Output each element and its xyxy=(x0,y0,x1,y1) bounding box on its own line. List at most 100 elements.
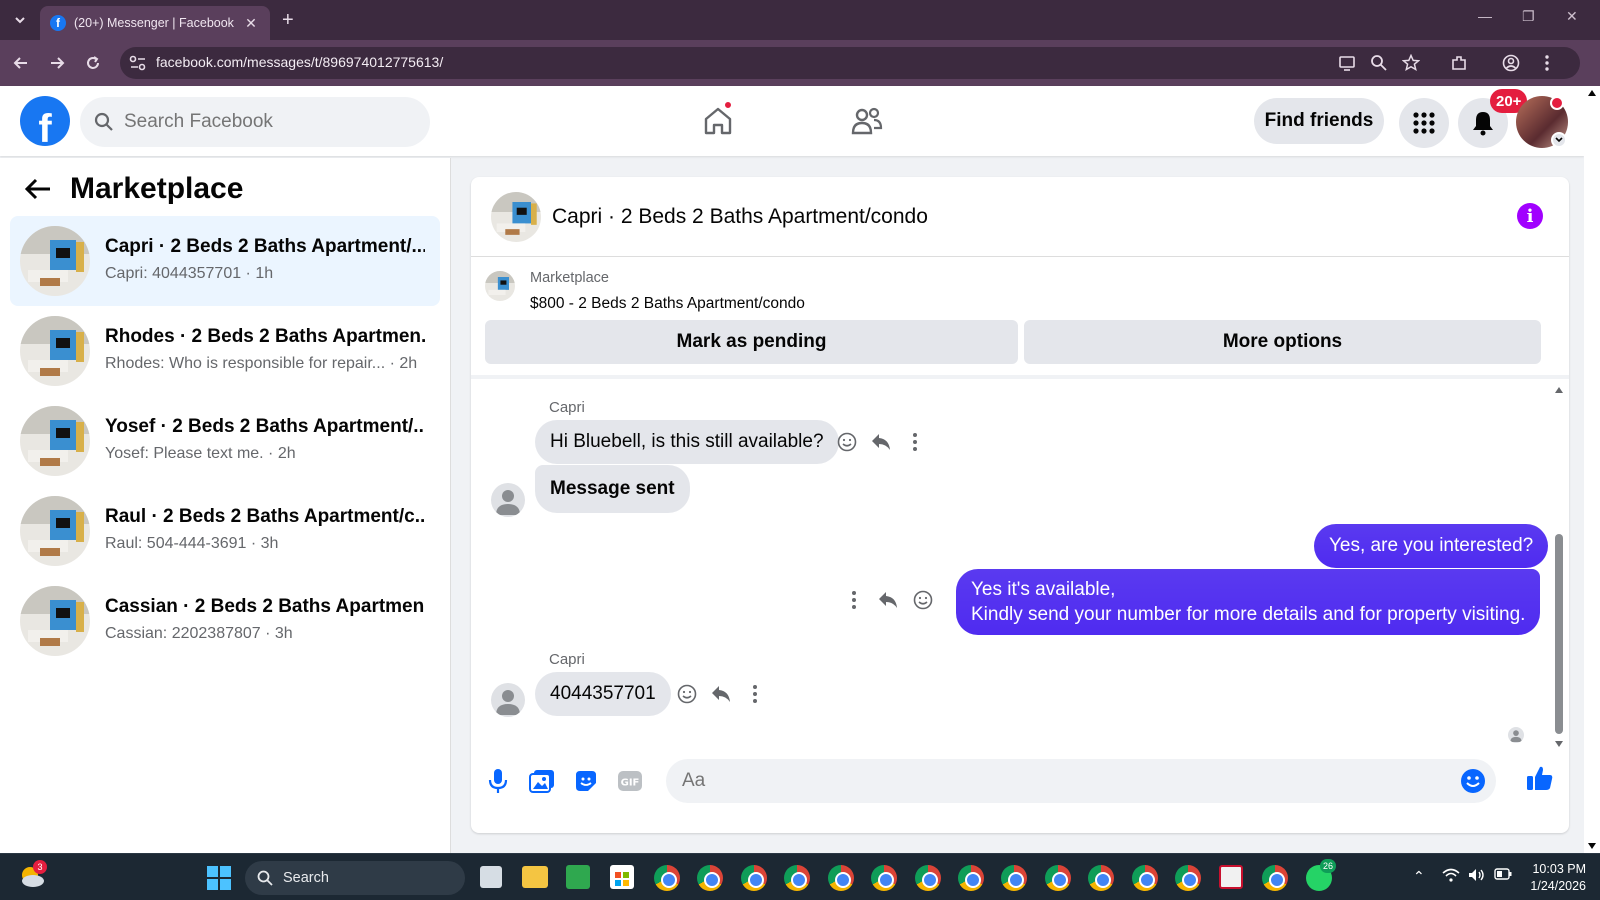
microphone-icon[interactable] xyxy=(483,766,513,796)
more-actions-icon[interactable] xyxy=(902,429,928,455)
more-actions-icon[interactable] xyxy=(742,681,768,707)
reply-icon[interactable] xyxy=(708,681,734,707)
conversation-item[interactable]: Rhodes · 2 Beds 2 Baths Apartmen... Rhod… xyxy=(10,306,440,396)
wifi-icon[interactable] xyxy=(1442,868,1460,882)
back-arrow-icon[interactable] xyxy=(10,52,32,74)
chrome-icon[interactable] xyxy=(1175,865,1201,891)
conversation-item[interactable]: Cassian · 2 Beds 2 Baths Apartmen... Cas… xyxy=(10,576,440,666)
chrome-icon[interactable] xyxy=(1001,865,1027,891)
chrome-icon[interactable] xyxy=(958,865,984,891)
chrome-icon[interactable] xyxy=(1045,865,1071,891)
chrome-icon[interactable] xyxy=(784,865,810,891)
battery-icon[interactable] xyxy=(1494,868,1512,880)
clock-time: 10:03 PM xyxy=(1532,862,1586,876)
profile-icon[interactable] xyxy=(1502,54,1520,72)
conversation-preview: Capri: 4044357701 · 1h xyxy=(105,265,274,282)
sheets-app-icon[interactable] xyxy=(566,865,590,889)
back-arrow-icon[interactable] xyxy=(24,177,52,201)
sender-avatar[interactable] xyxy=(491,683,525,717)
snipping-tool-icon[interactable] xyxy=(1219,865,1243,889)
find-friends-button[interactable]: Find friends xyxy=(1254,98,1384,144)
taskbar-clock[interactable]: 10:03 PM 1/24/2026 xyxy=(1530,861,1586,895)
conversation-item[interactable]: Raul · 2 Beds 2 Baths Apartment/c... Rau… xyxy=(10,486,440,576)
read-receipt-avatar xyxy=(1508,727,1524,743)
file-explorer-icon[interactable] xyxy=(522,866,548,888)
friends-icon[interactable] xyxy=(844,98,890,144)
address-bar[interactable]: facebook.com/messages/t/896974012775613/ xyxy=(120,47,1580,79)
mark-as-pending-button[interactable]: Mark as pending xyxy=(485,320,1018,364)
info-icon[interactable]: i xyxy=(1517,203,1543,229)
tab-close-icon[interactable]: ✕ xyxy=(242,15,260,32)
message-sent-card[interactable]: Message sent xyxy=(535,465,690,513)
chrome-icon[interactable] xyxy=(654,865,680,891)
chrome-icon[interactable] xyxy=(697,865,723,891)
chrome-icon[interactable] xyxy=(828,865,854,891)
extensions-icon[interactable] xyxy=(1450,54,1468,72)
search-input[interactable] xyxy=(124,111,404,133)
chrome-icon[interactable] xyxy=(1132,865,1158,891)
home-icon[interactable] xyxy=(695,98,741,144)
taskbar-search[interactable]: Search xyxy=(245,861,465,895)
chrome-icon[interactable] xyxy=(741,865,767,891)
task-view-icon[interactable] xyxy=(480,866,502,888)
volume-icon[interactable] xyxy=(1468,868,1486,882)
photo-icon[interactable] xyxy=(527,766,557,796)
reply-icon[interactable] xyxy=(875,587,901,613)
browser-menu-icon[interactable] xyxy=(1538,54,1556,72)
facebook-search-box[interactable] xyxy=(80,97,430,147)
whatsapp-badge: 26 xyxy=(1320,859,1337,873)
outgoing-message[interactable]: Yes, are you interested? xyxy=(1314,524,1549,568)
chat-listing-thumbnail[interactable] xyxy=(491,192,541,242)
facebook-logo-icon[interactable]: f xyxy=(20,96,70,146)
incoming-message[interactable]: 4044357701 xyxy=(535,672,671,716)
message-input-box[interactable] xyxy=(666,759,1496,803)
install-app-icon[interactable] xyxy=(1338,54,1356,72)
minimize-icon[interactable]: — xyxy=(1478,8,1492,24)
sender-avatar[interactable] xyxy=(491,483,525,517)
chat-title[interactable]: Capri · 2 Beds 2 Baths Apartment/condo xyxy=(552,205,928,229)
listing-title[interactable]: $800 - 2 Beds 2 Baths Apartment/condo xyxy=(530,295,805,313)
incoming-message[interactable]: Hi Bluebell, is this still available? xyxy=(535,420,839,464)
tab-search-button[interactable] xyxy=(8,8,32,32)
emoji-picker-icon[interactable] xyxy=(1460,768,1486,794)
outgoing-message-multiline[interactable]: Yes it's available, Kindly send your num… xyxy=(956,569,1541,635)
site-settings-icon[interactable] xyxy=(128,54,148,72)
more-actions-icon[interactable] xyxy=(841,587,867,613)
new-tab-button[interactable]: + xyxy=(282,9,294,31)
reply-icon[interactable] xyxy=(868,429,894,455)
window-close-icon[interactable]: ✕ xyxy=(1566,8,1578,25)
sticker-icon[interactable] xyxy=(571,766,601,796)
react-emoji-icon[interactable] xyxy=(834,429,860,455)
react-emoji-icon[interactable] xyxy=(910,587,936,613)
gif-icon[interactable]: GIF xyxy=(615,766,645,796)
restore-icon[interactable]: ❐ xyxy=(1522,8,1535,25)
menu-grid-icon[interactable] xyxy=(1399,98,1449,148)
windows-start-icon[interactable] xyxy=(207,866,231,890)
conversation-name: Rhodes · 2 Beds 2 Baths Apartmen... xyxy=(105,326,425,347)
conversation-item[interactable]: Yosef · 2 Beds 2 Baths Apartment/... Yos… xyxy=(10,396,440,486)
weather-badge: 3 xyxy=(33,860,47,874)
taskbar-search-label: Search xyxy=(283,870,329,886)
page-scrollbar[interactable] xyxy=(1584,86,1600,853)
weather-widget-icon[interactable]: 3 xyxy=(18,860,47,890)
tray-chevron-icon[interactable]: ⌃ xyxy=(1413,868,1425,885)
whatsapp-icon[interactable]: 26 xyxy=(1306,859,1337,891)
thumbs-up-icon[interactable] xyxy=(1525,763,1555,793)
store-icon[interactable] xyxy=(610,865,634,889)
react-emoji-icon[interactable] xyxy=(674,681,700,707)
chrome-icon[interactable] xyxy=(915,865,941,891)
browser-tab-messenger[interactable]: f (20+) Messenger | Facebook ✕ xyxy=(40,6,270,40)
conversation-item[interactable]: Capri · 2 Beds 2 Baths Apartment/... Cap… xyxy=(10,216,440,306)
bookmark-star-icon[interactable] xyxy=(1402,54,1420,72)
chat-scroll-thumb[interactable] xyxy=(1555,534,1563,734)
more-options-button[interactable]: More options xyxy=(1024,320,1541,364)
message-input[interactable] xyxy=(682,770,1442,792)
zoom-icon[interactable] xyxy=(1370,54,1388,72)
conversation-name: Yosef · 2 Beds 2 Baths Apartment/... xyxy=(105,416,425,437)
reload-icon[interactable] xyxy=(82,52,104,74)
chrome-icon[interactable] xyxy=(1262,865,1288,891)
chrome-icon[interactable] xyxy=(1088,865,1114,891)
chrome-icon[interactable] xyxy=(871,865,897,891)
account-chevron-icon[interactable] xyxy=(1551,132,1567,148)
forward-arrow-icon[interactable] xyxy=(46,52,68,74)
